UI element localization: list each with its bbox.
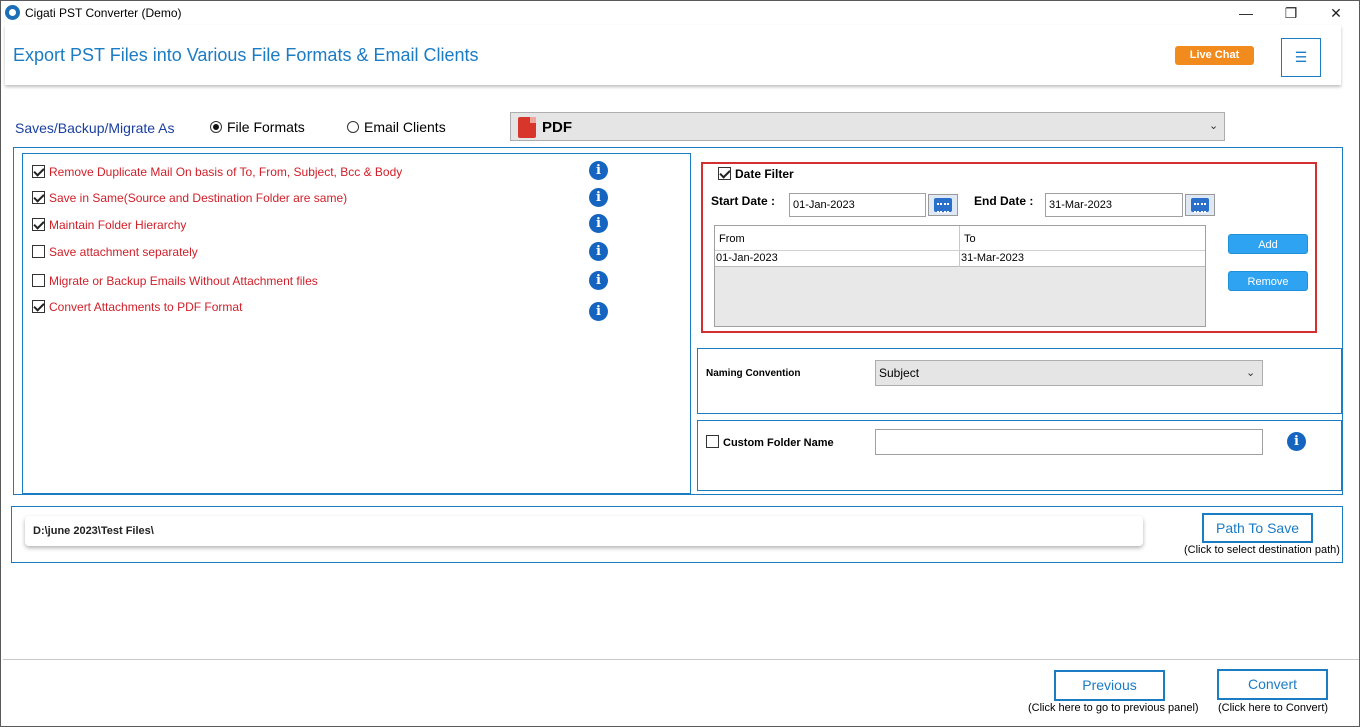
naming-convention-label: Naming Convention <box>706 368 801 379</box>
column-divider <box>959 226 960 267</box>
option-label: Remove Duplicate Mail On basis of To, Fr… <box>49 165 403 179</box>
option-label: Convert Attachments to PDF Format <box>49 300 243 314</box>
end-date-input[interactable]: 31-Mar-2023 <box>1045 193 1183 217</box>
checkbox-unchecked-icon[interactable] <box>32 245 45 258</box>
date-filter-panel: Date Filter Start Date : 01-Jan-2023 End… <box>701 162 1317 333</box>
table-cell-to: 31-Mar-2023 <box>961 252 1024 264</box>
chevron-down-icon: ⌄ <box>1246 367 1256 379</box>
option-convert-attachments-pdf[interactable]: Convert Attachments to PDF Format <box>32 300 242 314</box>
option-remove-duplicate[interactable]: Remove Duplicate Mail On basis of To, Fr… <box>32 165 402 179</box>
option-label: Save in Same(Source and Destination Fold… <box>49 191 348 205</box>
column-header-from: From <box>719 233 745 245</box>
info-icon[interactable]: i <box>589 271 608 290</box>
naming-convention-value: Subject <box>879 366 920 380</box>
format-dropdown[interactable]: PDF ⌄ <box>510 112 1225 141</box>
minimize-button[interactable]: — <box>1231 3 1261 23</box>
custom-folder-input[interactable] <box>875 429 1263 455</box>
option-save-in-same[interactable]: Save in Same(Source and Destination Fold… <box>32 191 347 205</box>
radio-email-clients[interactable]: Email Clients <box>347 119 446 135</box>
app-window: Cigati PST Converter (Demo) — ❐ ✕ Export… <box>0 0 1360 727</box>
calendar-icon[interactable] <box>928 194 958 216</box>
table-cell-from: 01-Jan-2023 <box>716 252 778 264</box>
option-save-attachment-separately[interactable]: Save attachment separately <box>32 245 198 259</box>
checkbox-checked-icon[interactable] <box>32 300 45 313</box>
start-date-label: Start Date : <box>711 194 776 208</box>
info-icon[interactable]: i <box>589 188 608 207</box>
close-button[interactable]: ✕ <box>1321 3 1351 23</box>
calendar-icon[interactable] <box>1185 194 1215 216</box>
footer-divider <box>3 659 1359 660</box>
previous-hint: (Click here to go to previous panel) <box>1028 702 1199 714</box>
saves-label: Saves/Backup/Migrate As <box>15 120 175 136</box>
previous-button[interactable]: Previous <box>1054 670 1165 701</box>
checkbox-unchecked-icon[interactable] <box>706 435 719 448</box>
maximize-button[interactable]: ❐ <box>1276 3 1306 23</box>
info-icon[interactable]: i <box>589 302 608 321</box>
format-dropdown-value: PDF <box>542 119 572 136</box>
table-row[interactable]: 01-Jan-2023 31-Mar-2023 <box>715 251 1205 267</box>
option-maintain-hierarchy[interactable]: Maintain Folder Hierarchy <box>32 218 186 232</box>
naming-convention-dropdown[interactable]: Subject ⌄ <box>875 360 1263 386</box>
radio-unselected-icon <box>347 121 359 133</box>
option-without-attachment[interactable]: Migrate or Backup Emails Without Attachm… <box>32 274 318 288</box>
info-icon[interactable]: i <box>589 242 608 261</box>
custom-folder-label: Custom Folder Name <box>723 437 834 449</box>
add-button[interactable]: Add <box>1228 234 1308 254</box>
info-icon[interactable]: i <box>589 161 608 180</box>
option-label: Save attachment separately <box>49 245 198 259</box>
option-label: Migrate or Backup Emails Without Attachm… <box>49 274 318 288</box>
title-bar: Cigati PST Converter (Demo) — ❐ ✕ <box>1 1 1359 25</box>
date-filter-label: Date Filter <box>735 167 794 181</box>
path-to-save-button[interactable]: Path To Save <box>1202 513 1313 543</box>
checkbox-checked-icon[interactable] <box>32 218 45 231</box>
info-icon[interactable]: i <box>589 214 608 233</box>
menu-button[interactable]: ☰ <box>1281 38 1321 77</box>
live-chat-button[interactable]: Live Chat <box>1175 46 1254 65</box>
convert-hint: (Click here to Convert) <box>1218 702 1329 714</box>
radio-file-formats-label: File Formats <box>227 119 305 135</box>
info-icon[interactable]: i <box>1287 432 1306 451</box>
radio-email-clients-label: Email Clients <box>364 119 446 135</box>
radio-selected-icon <box>210 121 222 133</box>
end-date-label: End Date : <box>974 194 1034 208</box>
page-title: Export PST Files into Various File Forma… <box>13 45 479 65</box>
pdf-file-icon <box>518 117 536 138</box>
custom-folder-checkbox[interactable]: Custom Folder Name <box>706 435 834 449</box>
date-range-table: From To 01-Jan-2023 31-Mar-2023 <box>714 225 1206 327</box>
start-date-input[interactable]: 01-Jan-2023 <box>789 193 926 217</box>
date-filter-checkbox[interactable]: Date Filter <box>718 167 794 181</box>
options-panel: Remove Duplicate Mail On basis of To, Fr… <box>22 153 691 494</box>
checkbox-checked-icon[interactable] <box>718 167 731 180</box>
path-hint: (Click to select destination path) <box>1184 544 1340 556</box>
column-header-to: To <box>964 233 976 245</box>
app-logo-icon <box>5 5 20 20</box>
checkbox-unchecked-icon[interactable] <box>32 274 45 287</box>
option-label: Maintain Folder Hierarchy <box>49 218 187 232</box>
checkbox-checked-icon[interactable] <box>32 165 45 178</box>
remove-button[interactable]: Remove <box>1228 271 1308 291</box>
checkbox-checked-icon[interactable] <box>32 191 45 204</box>
table-header: From To <box>715 226 1205 251</box>
radio-file-formats[interactable]: File Formats <box>210 119 305 135</box>
chevron-down-icon: ⌄ <box>1209 120 1219 132</box>
destination-path-field[interactable]: D:\june 2023\Test Files\ <box>25 516 1143 546</box>
window-title: Cigati PST Converter (Demo) <box>25 6 182 20</box>
convert-button[interactable]: Convert <box>1217 669 1328 700</box>
header: Export PST Files into Various File Forma… <box>5 25 1341 85</box>
